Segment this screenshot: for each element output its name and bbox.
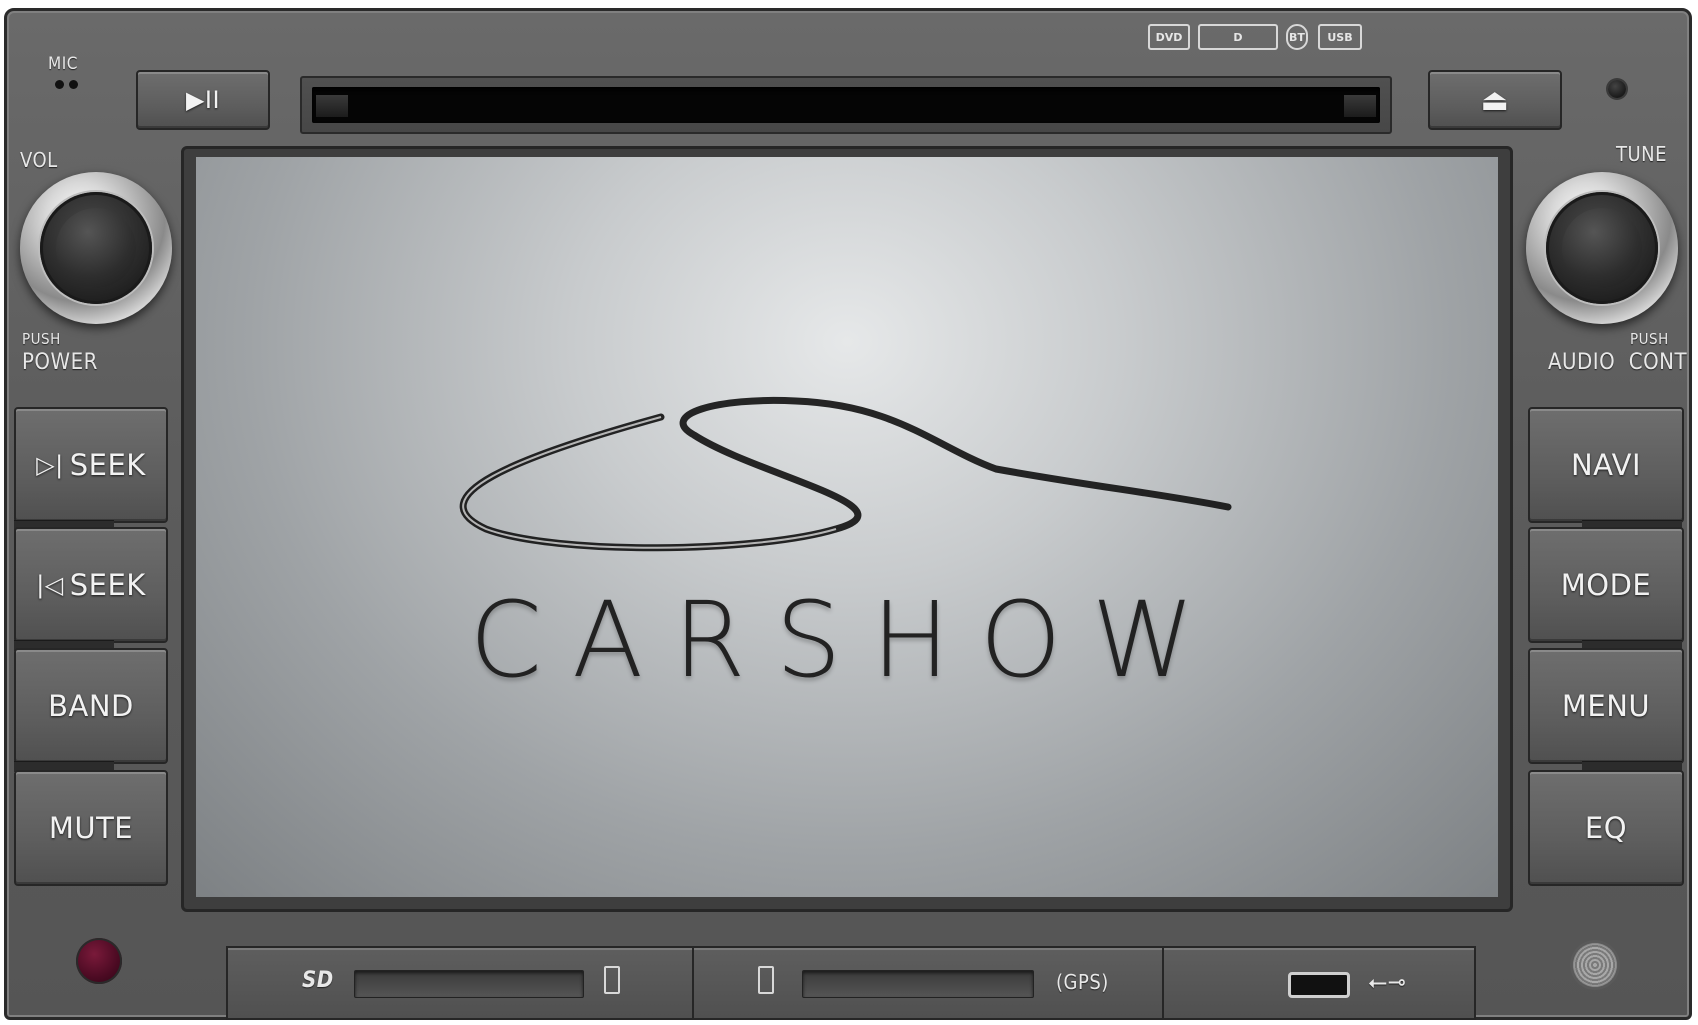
mode-label: MODE [1560, 568, 1652, 602]
navi-label: NAVI [1570, 448, 1642, 482]
band-label: BAND [48, 689, 134, 723]
eject-icon: ⏏ [1480, 82, 1510, 118]
sd-card-icon [604, 966, 620, 994]
media-logo-dolby: D [1198, 24, 1278, 50]
gps-label: (GPS) [1056, 970, 1109, 994]
disc-slot [300, 76, 1392, 134]
vol-label: VOL [20, 148, 58, 172]
media-logo-dvd: DVD [1148, 24, 1190, 50]
skip-next-icon: ▷| [36, 451, 64, 479]
usb-icon: ⭠⊸ [1368, 968, 1407, 996]
power-label: POWER [22, 350, 98, 375]
slot-end-left [316, 95, 348, 117]
seek-back-label: SEEK [69, 568, 146, 602]
eject-button[interactable]: ⏏ [1428, 70, 1562, 130]
brand-logo-swoosh [459, 396, 1232, 552]
eq-button[interactable]: EQ [1528, 770, 1684, 886]
navi-button[interactable]: NAVI [1528, 407, 1684, 523]
mode-button[interactable]: MODE [1528, 527, 1684, 643]
menu-label: MENU [1561, 689, 1651, 723]
sd-logo: SD [302, 968, 334, 993]
bluetooth-icon: BT [1286, 24, 1308, 50]
usb-panel: ⭠⊸ [1162, 946, 1476, 1020]
gps-card-panel: (GPS) [692, 946, 1164, 1020]
push-label-left: PUSH [22, 330, 61, 348]
tune-knob[interactable] [1526, 172, 1678, 324]
seek-back-button[interactable]: |◁ SEEK [14, 527, 168, 643]
seek-forward-label: SEEK [69, 448, 146, 482]
eq-label: EQ [1584, 811, 1628, 845]
gps-card-icon [758, 966, 774, 994]
seek-forward-button[interactable]: ▷| SEEK [14, 407, 168, 523]
play-pause-icon: ▶II [185, 86, 221, 114]
speaker-grille [1572, 942, 1618, 988]
mute-label: MUTE [48, 811, 134, 845]
sd-card-slot[interactable] [354, 970, 584, 998]
display-screen[interactable]: CARSHOW [196, 157, 1498, 897]
audio-cont-label: AUDIO CONT [1548, 350, 1688, 375]
menu-button[interactable]: MENU [1528, 648, 1684, 764]
push-label-right: PUSH [1630, 330, 1669, 348]
brand-wordmark: CARSHOW [469, 579, 1225, 701]
skip-previous-icon: |◁ [36, 571, 64, 599]
sd-card-panel: SD [226, 946, 694, 1020]
ir-sensor [1608, 80, 1626, 98]
mute-button[interactable]: MUTE [14, 770, 168, 886]
usb-port[interactable] [1288, 972, 1350, 998]
band-button[interactable]: BAND [14, 648, 168, 764]
slot-end-right [1344, 95, 1376, 117]
play-pause-button[interactable]: ▶II [136, 70, 270, 130]
reset-button[interactable] [76, 938, 122, 984]
volume-knob[interactable] [20, 172, 172, 324]
gps-card-slot[interactable] [802, 970, 1034, 998]
tune-label: TUNE [1616, 142, 1667, 166]
mic-hole [55, 80, 64, 89]
mic-hole [69, 80, 78, 89]
mic-label: MIC [48, 54, 78, 74]
screen-bezel: CARSHOW [181, 146, 1513, 912]
media-logo-usb: USB [1318, 24, 1362, 50]
disc-slot-opening [312, 87, 1380, 123]
